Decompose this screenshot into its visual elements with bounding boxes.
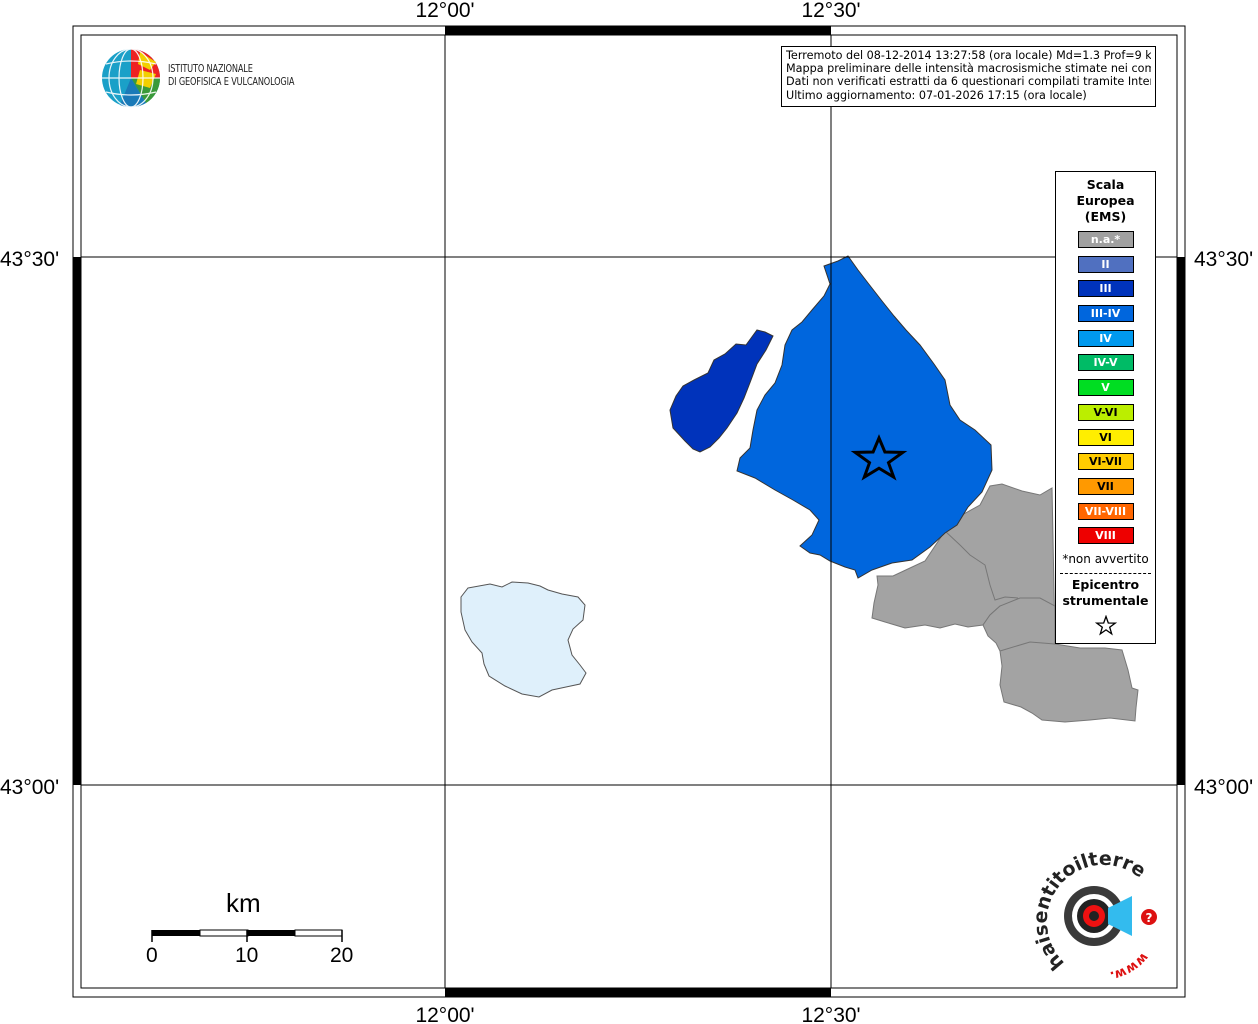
scale-label-20: 20 bbox=[330, 944, 354, 967]
scale-label-10: 10 bbox=[235, 944, 259, 967]
scale-label-0: 0 bbox=[146, 944, 158, 967]
lon-label-top-left: 12°00' bbox=[415, 0, 474, 22]
legend-item: IV-V bbox=[1077, 354, 1134, 372]
ingv-logo-text: ISTITUTO NAZIONALE DI GEOFISICA E VULCAN… bbox=[168, 63, 294, 89]
star-icon bbox=[1056, 614, 1155, 641]
info-line-1: Terremoto del 08-12-2014 13:27:58 (ora l… bbox=[786, 49, 1151, 62]
lake-trasimeno bbox=[460, 581, 587, 698]
lon-label-bottom-right: 12°30' bbox=[801, 1004, 860, 1024]
frame-bar-left bbox=[73, 257, 81, 785]
frame-bar-right bbox=[1177, 257, 1185, 785]
lat-label-right-top: 43°30' bbox=[1194, 248, 1253, 271]
ingv-logo-line2: DI GEOFISICA E VULCANOLOGIA bbox=[168, 76, 295, 88]
legend-title: Scala Europea (EMS) bbox=[1056, 177, 1155, 225]
legend-item: VII bbox=[1077, 477, 1134, 495]
hsit-logo-www: www. bbox=[1109, 949, 1152, 983]
globe-icon bbox=[102, 48, 161, 108]
lon-label-top-right: 12°30' bbox=[801, 0, 860, 22]
legend-epi-line2: strumentale bbox=[1062, 592, 1149, 608]
legend-title-line3: (EMS) bbox=[1084, 209, 1127, 224]
info-line-3: Dati non verificati estratti da 6 questi… bbox=[786, 75, 1151, 89]
target-icon: ? bbox=[1064, 886, 1157, 946]
lon-label-bottom-left: 12°00' bbox=[415, 1004, 474, 1024]
legend-note: *non avvertito bbox=[1062, 551, 1149, 566]
ingv-logo-line1: ISTITUTO NAZIONALE bbox=[168, 63, 253, 75]
legend-item: III bbox=[1077, 280, 1134, 298]
earthquake-info-box: Terremoto del 08-12-2014 13:27:58 (ora l… bbox=[781, 46, 1156, 107]
legend-item: VIII bbox=[1077, 527, 1134, 545]
legend-title-line1: Scala bbox=[1086, 177, 1125, 192]
legend-item: VI-VII bbox=[1077, 453, 1134, 471]
legend-item: V bbox=[1077, 379, 1134, 397]
legend-item: IV bbox=[1077, 329, 1134, 347]
frame-bar-top bbox=[445, 26, 831, 35]
legend-item: VI bbox=[1077, 428, 1134, 446]
legend-item: III-IV bbox=[1077, 305, 1134, 323]
info-line-2: Mappa preliminare delle intensità macros… bbox=[786, 62, 1151, 76]
lat-label-right-bottom: 43°00' bbox=[1194, 776, 1253, 799]
legend-items: n.a.* II III III-IV IV IV-V V V-VI VI VI-VII VII VI… bbox=[1056, 231, 1155, 545]
legend-separator bbox=[1060, 572, 1151, 574]
legend-title-line2: Europea bbox=[1076, 193, 1135, 208]
legend-epicenter-label: Epicentro strumentale bbox=[1056, 577, 1155, 609]
legend-item: II bbox=[1077, 255, 1134, 273]
ems-legend: Scala Europea (EMS) n.a.* II III III-IV IV IV… bbox=[1055, 171, 1156, 644]
legend-item: V-VI bbox=[1077, 403, 1134, 421]
legend-epi-line1: Epicentro bbox=[1071, 576, 1140, 592]
info-line-4: Ultimo aggiornamento: 07-01-2026 17:15 (… bbox=[786, 88, 1087, 102]
scale-bar bbox=[151, 929, 343, 942]
svg-text:?: ? bbox=[1146, 911, 1153, 925]
legend-item: VII-VIII bbox=[1077, 502, 1134, 520]
frame-bar-bottom bbox=[445, 988, 831, 997]
lat-label-left-top: 43°30' bbox=[0, 248, 59, 271]
legend-item: n.a.* bbox=[1077, 231, 1134, 248]
scale-unit: km bbox=[226, 888, 261, 918]
lat-label-left-bottom: 43°00' bbox=[0, 776, 59, 799]
